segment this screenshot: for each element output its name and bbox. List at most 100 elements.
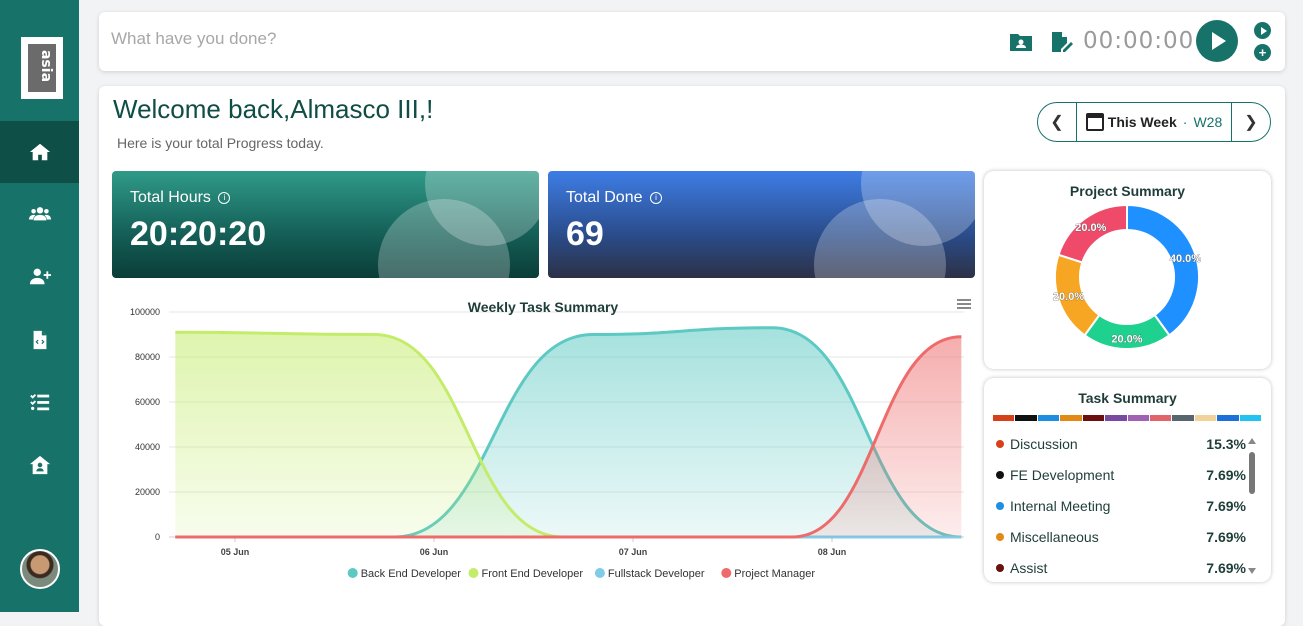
scroll-thumb[interactable] [1249,452,1255,494]
task-entry-bar: 00:00:00 + [99,12,1285,71]
next-week-button[interactable]: ❯ [1232,103,1270,141]
stat-value: 69 [566,215,604,253]
nav-house[interactable] [0,434,79,496]
stat-value: 20:20:20 [130,215,267,253]
color-bar-segment [1082,415,1105,421]
chevron-left-icon: ❮ [1050,114,1064,131]
weekly-task-chart: 100000 80000 60000 40000 20000 0 05 Jun 06 Jun 0… [112,294,978,590]
slice-label: 20.0% [1111,334,1142,346]
category-name: Miscellaneous [1010,528,1099,545]
legend-label[interactable]: Front End Developer [482,568,584,580]
task-summary-row[interactable]: Discussion 15.3% [996,428,1246,459]
color-bar-segment [1149,415,1172,421]
color-bar-segment [1060,415,1082,421]
slice-label: 40.0% [1170,253,1201,265]
nav-tasks[interactable] [0,371,79,433]
legend-label[interactable]: Back End Developer [361,568,462,580]
task-summary-row[interactable]: Internal Meeting 7.69% [996,490,1246,521]
play-small-icon [1260,27,1267,35]
legend-marker[interactable] [468,568,479,578]
task-summary-row[interactable]: Assist 7.69% [996,552,1246,583]
nav-users[interactable] [0,183,79,245]
dashboard: Welcome back,Almasco III,! Here is your … [99,86,1285,626]
logo-text: asia [38,49,55,83]
task-description-input[interactable] [111,29,811,49]
edit-note-button[interactable] [1049,31,1073,53]
category-dot [996,501,1004,510]
category-dot [996,439,1004,448]
x-tick-label: 08 Jun [818,547,847,557]
prev-week-button[interactable]: ❮ [1038,103,1076,141]
file-edit-icon [1052,32,1073,52]
donut-slice[interactable] [1126,203,1200,337]
color-bar-segment [1015,415,1037,421]
legend-label[interactable]: Fullstack Developer [608,568,705,580]
legend-marker[interactable] [347,568,358,578]
app-logo[interactable]: asia [21,37,63,99]
color-bar-segment [1172,415,1194,421]
sidebar: asia [0,0,79,612]
category-name: FE Development [1010,466,1115,483]
legend-label[interactable]: Project Manager [734,568,815,580]
page-title: Welcome back,Almasco III,! [113,94,434,124]
scroll-down-icon[interactable] [1248,568,1256,574]
donut-chart-svg: 40.0% 20.0% 20.0% 20.0% [1053,203,1202,350]
task-summary-row[interactable]: Miscellaneous 7.69% [996,521,1246,552]
color-bar-segment [1239,415,1262,421]
stat-label: Total Done i [566,189,662,207]
y-tick-label: 40000 [135,442,160,452]
color-bar-segment [1037,415,1060,421]
week-picker[interactable]: This Week · W28 [1076,103,1232,141]
total-done-card: Total Done i 69 [548,171,975,278]
chevron-right-icon: ❯ [1244,114,1258,131]
color-bar-segment [1194,415,1217,421]
task-summary-list: Discussion 15.3% FE Development 7.69% Intern… [996,428,1246,583]
folder-user-icon [1010,34,1032,51]
timer-display: 00:00:00 [1083,28,1195,54]
quick-play-button[interactable] [1254,22,1271,39]
logo-mark: asia [28,44,56,92]
week-separator: · [1182,114,1188,130]
users-icon [28,207,51,221]
x-tick-label: 05 Jun [221,547,250,557]
list-scrollbar[interactable] [1248,438,1256,574]
week-code: W28 [1193,114,1223,130]
category-name: Assist [1010,559,1048,576]
y-tick-label: 20000 [135,487,160,497]
house-user-icon [29,455,50,475]
chart-menu-button[interactable] [957,297,971,311]
plus-icon: + [1258,45,1267,60]
category-percent: 7.69% [1206,497,1246,514]
y-tick-label: 60000 [135,397,160,407]
scroll-up-icon[interactable] [1248,438,1256,444]
color-bar-segment [993,415,1015,421]
x-tick-label: 06 Jun [420,547,449,557]
y-tick-label: 80000 [135,352,160,362]
task-summary-panel: Task Summary Discussion 15.3% FE Developme… [984,378,1271,582]
nav-files[interactable] [0,309,79,371]
category-percent: 7.69% [1206,559,1246,576]
color-bar-segment [1105,415,1127,421]
legend-marker[interactable] [721,568,732,578]
info-icon[interactable]: i [218,192,231,204]
task-summary-row[interactable]: FE Development 7.69% [996,459,1246,490]
week-selector: ❮ This Week · W28 ❯ [1037,102,1271,142]
nav-home[interactable] [0,121,79,183]
start-timer-button[interactable] [1196,20,1238,62]
stat-label: Total Hours i [130,189,231,207]
task-list-icon [29,394,49,411]
project-folder-button[interactable] [1009,31,1033,53]
add-entry-button[interactable]: + [1254,44,1271,61]
calendar-icon [1085,113,1104,131]
category-percent: 7.69% [1206,466,1246,483]
user-avatar[interactable] [20,549,60,589]
total-hours-card: Total Hours i 20:20:20 [112,171,539,278]
nav-add-user[interactable] [0,245,79,307]
info-icon[interactable]: i [649,192,662,204]
user-plus-icon [29,268,51,285]
color-bar-segment [1217,415,1239,421]
color-bar-segment [1127,415,1149,421]
file-code-icon [33,330,46,350]
legend-marker[interactable] [594,568,605,578]
page-subtitle: Here is your total Progress today. [117,135,324,151]
